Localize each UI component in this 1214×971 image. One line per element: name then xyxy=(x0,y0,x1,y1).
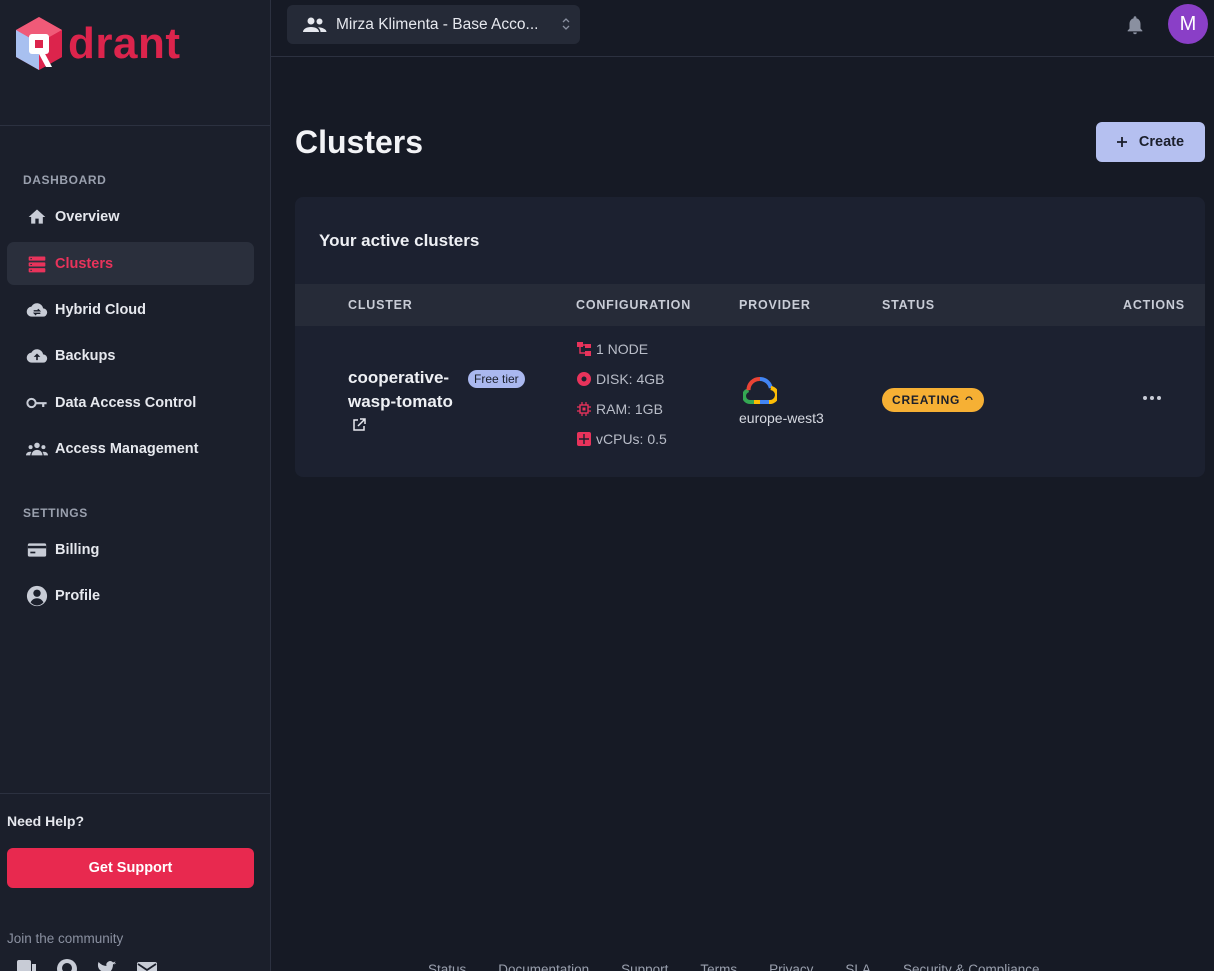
spinner-icon xyxy=(964,395,974,405)
section-title-dashboard: DASHBOARD xyxy=(23,173,107,187)
credit-card-icon xyxy=(26,539,48,561)
sidebar-item-access-management[interactable]: Access Management xyxy=(7,427,254,470)
config-vcpus-value: vCPUs: 0.5 xyxy=(596,431,667,447)
config-nodes: 1 NODE xyxy=(577,341,648,357)
discord-icon[interactable] xyxy=(16,958,38,971)
clusters-card: Your active clusters CLUSTER CONFIGURATI… xyxy=(295,197,1205,477)
config-disk-value: DISK: 4GB xyxy=(596,371,665,387)
sidebar-item-clusters[interactable]: Clusters xyxy=(7,242,254,285)
footer-link-documentation[interactable]: Documentation xyxy=(498,962,589,971)
cluster-name[interactable]: cooperative- wasp-tomato xyxy=(348,366,468,414)
memory-chip-icon xyxy=(577,402,591,416)
logo-text: drant xyxy=(68,19,181,68)
external-link-icon[interactable] xyxy=(352,418,368,434)
twitter-icon[interactable] xyxy=(96,958,118,971)
sidebar-item-label: Access Management xyxy=(55,440,199,457)
sidebar-item-overview[interactable]: Overview xyxy=(7,195,254,238)
sidebar-item-label: Profile xyxy=(55,587,101,604)
footer-link-terms[interactable]: Terms xyxy=(700,962,737,971)
account-label: Mirza Klimenta - Base Acco... xyxy=(336,15,539,33)
footer-link-status[interactable]: Status xyxy=(428,962,466,971)
sidebar-item-label: Hybrid Cloud xyxy=(55,301,147,318)
footer-link-privacy[interactable]: Privacy xyxy=(769,962,813,971)
people-icon xyxy=(26,438,48,460)
nodes-icon xyxy=(577,342,591,356)
footer-link-support[interactable]: Support xyxy=(621,962,668,971)
home-icon xyxy=(26,206,48,228)
sidebar-item-label: Billing xyxy=(55,541,100,558)
footer-links: Status Documentation Support Terms Priva… xyxy=(428,962,1040,971)
top-bar: Mirza Klimenta - Base Acco... M xyxy=(271,0,1214,57)
google-cloud-icon xyxy=(742,376,779,405)
cluster-name-line-1: cooperative- xyxy=(348,368,450,387)
qdrant-logo-icon xyxy=(16,17,62,70)
sidebar-item-label: Clusters xyxy=(55,255,114,272)
sidebar-item-billing[interactable]: Billing xyxy=(7,528,254,571)
disk-icon xyxy=(577,372,591,386)
cluster-name-line-2: wasp-tomato xyxy=(348,392,453,411)
column-header-provider: PROVIDER xyxy=(739,298,811,312)
footer-link-sla[interactable]: SLA xyxy=(845,962,871,971)
group-icon xyxy=(303,17,327,33)
table-row: cooperative- wasp-tomato Free tier 1 NOD… xyxy=(295,326,1205,476)
section-title-settings: SETTINGS xyxy=(23,506,88,520)
config-ram-value: RAM: 1GB xyxy=(596,401,663,417)
mail-icon[interactable] xyxy=(136,958,158,971)
sidebar-bottom-divider xyxy=(0,793,270,794)
github-icon[interactable] xyxy=(56,958,78,971)
get-support-button[interactable]: Get Support xyxy=(7,848,254,888)
help-title: Need Help? xyxy=(7,813,85,829)
config-vcpus: vCPUs: 0.5 xyxy=(577,431,667,447)
plus-icon xyxy=(1116,137,1127,147)
cpu-icon xyxy=(577,432,591,446)
config-ram: RAM: 1GB xyxy=(577,401,663,417)
footer-link-security-compliance[interactable]: Security & Compliance xyxy=(903,962,1040,971)
sidebar-item-label: Overview xyxy=(55,208,120,225)
column-header-cluster: CLUSTER xyxy=(348,298,413,312)
status-badge: CREATING xyxy=(882,388,985,412)
tier-badge: Free tier xyxy=(468,370,525,388)
config-disk: DISK: 4GB xyxy=(577,371,664,387)
qdrant-logo[interactable]: drant xyxy=(14,14,181,74)
create-cluster-button[interactable]: Create xyxy=(1096,122,1205,162)
table-header: CLUSTER CONFIGURATION PROVIDER STATUS AC… xyxy=(295,284,1205,326)
sidebar-divider xyxy=(0,125,270,126)
page-title: Clusters xyxy=(295,124,424,160)
status-label: CREATING xyxy=(892,393,961,407)
create-button-label: Create xyxy=(1138,134,1185,150)
column-header-configuration: CONFIGURATION xyxy=(576,298,692,312)
card-title: Your active clusters xyxy=(319,231,480,250)
more-actions-icon[interactable] xyxy=(1138,390,1166,406)
sidebar-item-backups[interactable]: Backups xyxy=(7,334,254,377)
sidebar: drant DASHBOARD Overview Clusters Hybrid… xyxy=(0,0,271,971)
profile-icon xyxy=(26,585,48,607)
column-header-actions: ACTIONS xyxy=(1123,298,1185,312)
column-header-status: STATUS xyxy=(882,298,935,312)
user-avatar[interactable]: M xyxy=(1168,4,1208,44)
social-links xyxy=(16,958,158,971)
hybrid-cloud-icon xyxy=(26,299,48,321)
notification-bell-icon[interactable] xyxy=(1124,14,1146,36)
account-selector[interactable]: Mirza Klimenta - Base Acco... xyxy=(287,5,580,44)
region-label: europe-west3 xyxy=(739,410,824,426)
key-icon xyxy=(26,392,48,414)
clusters-icon xyxy=(26,253,48,275)
sidebar-item-hybrid-cloud[interactable]: Hybrid Cloud xyxy=(7,288,254,331)
sidebar-item-label: Data Access Control xyxy=(55,394,197,411)
config-nodes-value: 1 NODE xyxy=(596,341,649,357)
community-label: Join the community xyxy=(7,931,124,946)
sidebar-item-profile[interactable]: Profile xyxy=(7,574,254,617)
backup-icon xyxy=(26,345,48,367)
sidebar-item-data-access-control[interactable]: Data Access Control xyxy=(7,381,254,424)
sidebar-item-label: Backups xyxy=(55,347,116,364)
chevron-up-down-icon xyxy=(562,17,570,36)
